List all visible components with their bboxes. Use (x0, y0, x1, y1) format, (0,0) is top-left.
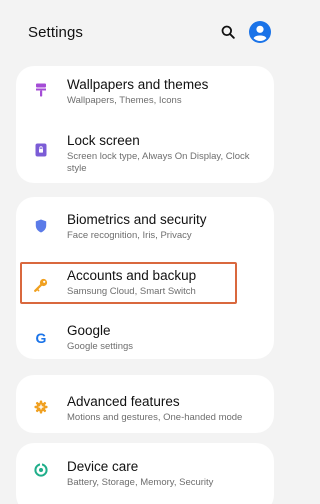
list-item-google[interactable]: G Google Google settings (16, 311, 274, 357)
item-subtitle: Google settings (67, 341, 134, 352)
svg-text:G: G (36, 331, 47, 345)
item-title: Wallpapers and themes (67, 77, 209, 92)
settings-screen: Settings Wallpapers and themes Wallpaper… (0, 0, 287, 504)
item-subtitle: Wallpapers, Themes, Icons (67, 95, 182, 106)
page-title: Settings (28, 23, 83, 41)
item-title: Advanced features (67, 394, 180, 409)
item-subtitle: Screen lock type, Always On Display, Clo… (67, 151, 250, 174)
item-subtitle: Samsung Cloud, Smart Switch (67, 286, 196, 297)
list-item-wallpapers-and-themes[interactable]: Wallpapers and themes Wallpapers, Themes… (16, 66, 274, 116)
paint-roller-icon (34, 83, 48, 97)
settings-card-security: Biometrics and security Face recognition… (16, 197, 274, 359)
item-title: Google (67, 323, 111, 338)
item-title: Accounts and backup (67, 268, 197, 283)
list-item-accounts-and-backup[interactable]: Accounts and backup Samsung Cloud, Smart… (16, 261, 274, 306)
item-title: Lock screen (67, 133, 140, 148)
google-icon: G (34, 331, 48, 345)
item-title: Biometrics and security (67, 212, 207, 227)
header: Settings (0, 0, 287, 64)
settings-card-display: Wallpapers and themes Wallpapers, Themes… (16, 66, 274, 183)
item-title: Device care (67, 459, 139, 474)
settings-card-advanced: Advanced features Motions and gestures, … (16, 375, 274, 433)
settings-card-device-care: Device care Battery, Storage, Memory, Se… (16, 443, 274, 504)
profile-icon[interactable] (249, 21, 271, 43)
list-item-device-care[interactable]: Device care Battery, Storage, Memory, Se… (16, 443, 274, 503)
key-icon (34, 278, 48, 292)
item-subtitle: Battery, Storage, Memory, Security (67, 477, 214, 488)
list-item-biometrics-and-security[interactable]: Biometrics and security Face recognition… (16, 197, 274, 249)
list-item-lock-screen[interactable]: Lock screen Screen lock type, Always On … (16, 122, 274, 182)
search-icon[interactable] (221, 25, 235, 39)
item-subtitle: Motions and gestures, One-handed mode (67, 412, 243, 423)
shield-icon (34, 219, 48, 233)
lock-icon (34, 143, 48, 157)
device-care-icon (34, 463, 48, 477)
item-subtitle: Face recognition, Iris, Privacy (67, 230, 192, 241)
header-actions (221, 21, 271, 43)
list-item-advanced-features[interactable]: Advanced features Motions and gestures, … (16, 375, 274, 433)
gear-plus-icon (34, 400, 48, 414)
